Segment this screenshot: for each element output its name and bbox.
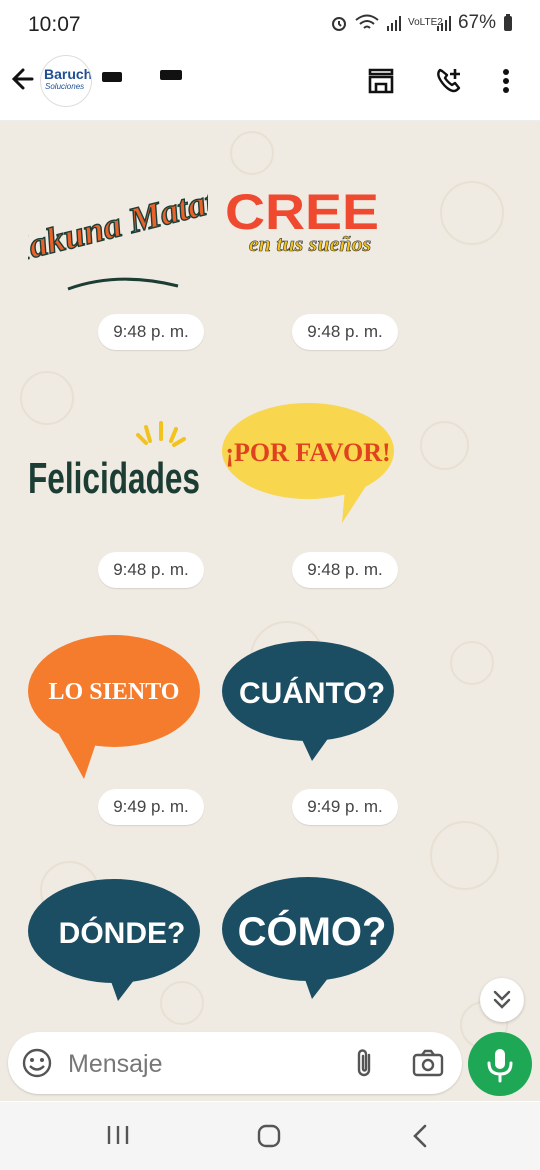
sticker-donde[interactable]: DÓNDE?: [26, 877, 206, 1001]
message-input[interactable]: Mensaje: [68, 1050, 163, 1079]
como-art: CÓMO?: [222, 877, 394, 999]
felicidades-art: Felicidades: [28, 421, 200, 503]
avatar-sub: Soluciones: [45, 82, 85, 91]
signal-icon-2: [436, 16, 451, 31]
nav-back-icon[interactable]: [410, 1123, 430, 1149]
donde-art: DÓNDE?: [28, 879, 200, 1001]
sticker-felicidades[interactable]: Felicidades: [26, 421, 206, 511]
sticker-subtext-cree: en tus sueños: [249, 231, 371, 256]
sticker-text-por-favor: ¡POR FAVOR!: [225, 438, 390, 467]
sticker-time: 9:48 p. m.: [98, 552, 204, 588]
sticker-cuanto[interactable]: CUÁNTO?: [220, 639, 400, 769]
wallpaper-doodle: [420, 421, 469, 470]
contact-name-redacted[interactable]: [102, 72, 122, 82]
cree-art: CREE en tus sueños: [225, 184, 379, 256]
voice-message-button[interactable]: [468, 1032, 532, 1096]
recent-apps-icon[interactable]: [106, 1124, 130, 1146]
lo-siento-art: LO SIENTO: [28, 635, 200, 779]
contact-avatar[interactable]: Baruch Soluciones: [40, 55, 92, 107]
more-options-icon[interactable]: [496, 66, 516, 96]
back-arrow-icon[interactable]: [10, 64, 38, 94]
sticker-text-donde: DÓNDE?: [59, 916, 186, 950]
message-composer[interactable]: Mensaje: [8, 1032, 462, 1094]
scroll-to-bottom-button[interactable]: [480, 978, 524, 1022]
sticker-por-favor[interactable]: ¡POR FAVOR!: [220, 399, 400, 529]
wallpaper-doodle: [20, 371, 74, 425]
wallpaper-doodle: [450, 641, 494, 685]
microphone-icon: [487, 1049, 513, 1083]
sticker-cree[interactable]: CREE en tus sueños: [220, 179, 398, 269]
status-icons: VoLTE2 67%: [330, 12, 514, 34]
sticker-time: 9:48 p. m.: [98, 314, 204, 350]
network-label: VoLTE2: [407, 17, 443, 28]
sticker-time: 9:48 p. m.: [292, 314, 398, 350]
sticker-text-como: CÓMO?: [238, 908, 387, 954]
wifi-icon: [355, 14, 379, 29]
contact-name-redacted-2[interactable]: [160, 70, 182, 80]
emoji-icon[interactable]: [22, 1048, 52, 1078]
camera-icon[interactable]: [411, 1047, 445, 1079]
battery-percent: 67%: [457, 12, 496, 33]
status-bar: 10:07 VoLTE2 67%: [0, 0, 540, 48]
wallpaper-doodle: [440, 181, 504, 245]
hakuna-matata-art: Hakuna Matata: [0, 176, 238, 291]
home-icon[interactable]: [256, 1123, 282, 1149]
sticker-text-cuanto: CUÁNTO?: [239, 676, 385, 710]
sticker-time: 9:49 p. m.: [292, 789, 398, 825]
system-nav-bar: [0, 1102, 540, 1170]
add-call-icon[interactable]: [434, 66, 464, 96]
sticker-text-felicidades: Felicidades: [28, 454, 200, 503]
double-chevron-down-icon: [493, 990, 511, 1009]
cuanto-art: CUÁNTO?: [222, 641, 394, 761]
status-time: 10:07: [28, 13, 81, 36]
sticker-como[interactable]: CÓMO?: [220, 873, 400, 1001]
chat-header: Baruch Soluciones: [0, 48, 540, 121]
chat-area[interactable]: Hakuna Matata 9:48 p. m. CREE en tus sue…: [0, 121, 540, 1101]
sticker-time: 9:49 p. m.: [98, 789, 204, 825]
wallpaper-doodle: [230, 131, 274, 175]
avatar-brand: Baruch: [44, 66, 92, 82]
signal-icon: [386, 16, 401, 31]
sticker-text-lo-siento: LO SIENTO: [49, 679, 180, 705]
shop-icon[interactable]: [366, 66, 396, 96]
sticker-hakuna-matata[interactable]: Hakuna Matata: [0, 161, 238, 301]
sticker-text-hakuna: Hakuna Matata: [28, 176, 208, 272]
sticker-lo-siento[interactable]: LO SIENTO: [26, 629, 206, 779]
alarm-icon: [331, 17, 346, 31]
battery-icon: [504, 14, 512, 31]
attach-icon[interactable]: [351, 1047, 379, 1079]
sticker-time: 9:48 p. m.: [292, 552, 398, 588]
por-favor-art: ¡POR FAVOR!: [222, 403, 394, 523]
wallpaper-doodle: [430, 821, 499, 890]
